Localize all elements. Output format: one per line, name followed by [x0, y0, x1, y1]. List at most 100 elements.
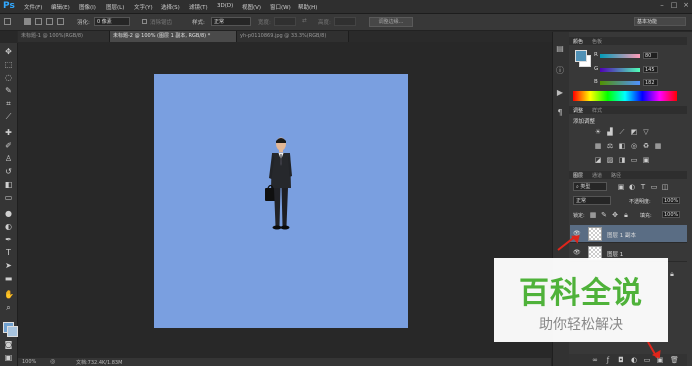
width-input[interactable] — [274, 17, 296, 26]
filter-pixel-icon[interactable]: ▣ — [617, 183, 625, 191]
color-lookup-icon[interactable]: ▦ — [654, 142, 662, 150]
lasso-tool-icon[interactable]: ◌ — [4, 73, 13, 82]
tab-document-2[interactable]: 未标题-2 @ 100% (图层 1 副本, RGB/8) * — [110, 31, 237, 42]
filter-adjustment-icon[interactable]: ◐ — [628, 183, 636, 191]
exposure-icon[interactable]: ◩ — [630, 128, 638, 136]
quick-mask-icon[interactable]: ◙ — [4, 340, 13, 349]
photo-filter-icon[interactable]: ◎ — [630, 142, 638, 150]
eye-icon[interactable]: 👁︎ — [573, 249, 581, 256]
close-button[interactable]: × — [682, 1, 690, 10]
blur-tool-icon[interactable]: ● — [4, 209, 13, 218]
blend-mode-select[interactable]: 正常 — [573, 196, 611, 205]
marquee-tool-icon[interactable]: ⬚ — [4, 60, 13, 69]
actions-panel-icon[interactable]: ▶ — [555, 88, 565, 98]
type-tool-icon[interactable]: T — [4, 248, 13, 257]
crop-tool-icon[interactable]: ⌗ — [4, 99, 13, 108]
properties-panel-icon[interactable]: ⓘ — [555, 66, 565, 76]
vibrance-icon[interactable]: ▽ — [642, 128, 650, 136]
color-spectrum-bar[interactable] — [573, 91, 677, 101]
menu-file[interactable]: 文件(F) — [24, 3, 42, 11]
pen-tool-icon[interactable]: ✒ — [4, 235, 13, 244]
blue-slider[interactable] — [600, 81, 640, 85]
workspace-select[interactable]: 基本功能 — [634, 17, 686, 26]
filter-shape-icon[interactable]: ▭ — [650, 183, 658, 191]
zoom-tool-icon[interactable]: ⌕ — [4, 303, 13, 312]
gradient-tool-icon[interactable]: ▭ — [4, 193, 13, 202]
selective-color-icon[interactable]: ▣ — [642, 156, 650, 164]
tab-styles[interactable]: 样式 — [592, 107, 602, 114]
dodge-tool-icon[interactable]: ◐ — [4, 222, 13, 231]
layer-mask-icon[interactable]: ◘ — [617, 356, 625, 364]
filter-type-icon[interactable]: T — [639, 183, 647, 191]
brush-tool-icon[interactable]: ✐ — [4, 141, 13, 150]
curves-icon[interactable]: ⟋ — [618, 128, 626, 136]
swap-icon[interactable]: ⇄ — [302, 18, 307, 24]
menu-edit[interactable]: 编辑(E) — [51, 3, 70, 11]
move-tool-icon[interactable]: ✥ — [4, 47, 13, 56]
layer-name[interactable]: 图层 1 — [607, 250, 623, 258]
gradient-map-icon[interactable]: ▭ — [630, 156, 638, 164]
lock-transparent-icon[interactable]: ▦ — [589, 211, 597, 219]
eraser-tool-icon[interactable]: ◧ — [4, 180, 13, 189]
layer-name[interactable]: 图层 1 副本 — [607, 231, 636, 239]
color-foreground-swatch[interactable] — [575, 50, 587, 62]
healing-tool-icon[interactable]: ✚ — [4, 128, 13, 137]
lock-pixels-icon[interactable]: ✎ — [600, 211, 608, 219]
menu-image[interactable]: 图像(I) — [79, 3, 96, 11]
threshold-icon[interactable]: ◨ — [618, 156, 626, 164]
green-slider[interactable] — [600, 68, 640, 72]
red-value-input[interactable]: 80 — [643, 52, 658, 59]
style-select[interactable]: 正常 — [211, 17, 251, 26]
filter-smart-icon[interactable]: ◫ — [661, 183, 669, 191]
layer-filter-select[interactable]: ⌕ 类型 — [573, 182, 607, 191]
minimize-button[interactable]: – — [658, 1, 666, 10]
invert-icon[interactable]: ◪ — [594, 156, 602, 164]
refine-edge-button[interactable]: 调整边缘... — [369, 17, 413, 27]
layer-row-selected[interactable]: 👁︎ 图层 1 副本 — [570, 225, 687, 243]
lock-position-icon[interactable]: ✥ — [611, 211, 619, 219]
menu-window[interactable]: 窗口(W) — [270, 3, 291, 11]
channel-mixer-icon[interactable]: ♻ — [642, 142, 650, 150]
status-menu-icon[interactable]: ◎ — [50, 358, 55, 365]
opacity-input[interactable]: 100% — [662, 197, 680, 204]
menu-layer[interactable]: 图层(L) — [106, 3, 124, 11]
menu-select[interactable]: 选择(S) — [161, 3, 180, 11]
menu-filter[interactable]: 滤镜(T) — [189, 3, 208, 11]
marquee-tool-icon[interactable] — [4, 18, 11, 25]
tab-paths[interactable]: 路径 — [611, 172, 621, 179]
brightness-icon[interactable]: ☀ — [594, 128, 602, 136]
delete-layer-icon[interactable]: 🗑︎ — [670, 356, 679, 364]
hand-tool-icon[interactable]: ✋ — [4, 290, 14, 299]
posterize-icon[interactable]: ▨ — [606, 156, 614, 164]
antialias-checkbox[interactable] — [142, 19, 147, 24]
height-input[interactable] — [334, 17, 356, 26]
background-color-swatch[interactable] — [7, 326, 18, 337]
history-panel-icon[interactable]: ▤ — [555, 44, 565, 54]
link-layers-icon[interactable]: ∞ — [591, 356, 599, 364]
blue-value-input[interactable]: 182 — [643, 79, 658, 86]
zoom-level[interactable]: 100% — [22, 359, 36, 365]
layer-style-icon[interactable]: ƒ — [604, 356, 612, 364]
tab-color[interactable]: 颜色 — [573, 38, 583, 45]
color-balance-icon[interactable]: ⚖ — [606, 142, 614, 150]
feather-input[interactable]: 0 像素 — [94, 17, 130, 26]
menu-type[interactable]: 文字(Y) — [134, 3, 153, 11]
new-adjustment-icon[interactable]: ◐ — [630, 356, 638, 364]
history-brush-icon[interactable]: ↺ — [4, 167, 13, 176]
tab-document-3[interactable]: yh-p0110869.jpg @ 33.3%(RGB/8) — [237, 31, 349, 42]
tab-document-1[interactable]: 未标题-1 @ 100%(RGB/8) — [18, 31, 110, 42]
shape-tool-icon[interactable]: ▬ — [4, 274, 13, 283]
lock-all-icon[interactable]: 🔒︎ — [622, 211, 630, 219]
new-group-icon[interactable]: ▭ — [643, 356, 651, 364]
fill-input[interactable]: 100% — [662, 211, 680, 218]
tab-swatches[interactable]: 色板 — [592, 38, 602, 45]
quick-select-tool-icon[interactable]: ✎ — [4, 86, 13, 95]
tab-channels[interactable]: 通道 — [592, 172, 602, 179]
levels-icon[interactable]: ▟ — [606, 128, 614, 136]
hue-saturation-icon[interactable]: ▦ — [594, 142, 602, 150]
tab-layers[interactable]: 图层 — [573, 172, 583, 179]
green-value-input[interactable]: 145 — [643, 66, 658, 73]
eyedropper-tool-icon[interactable]: ⟋ — [4, 112, 13, 121]
screen-mode-icon[interactable]: ▣ — [4, 353, 13, 362]
black-white-icon[interactable]: ◧ — [618, 142, 626, 150]
